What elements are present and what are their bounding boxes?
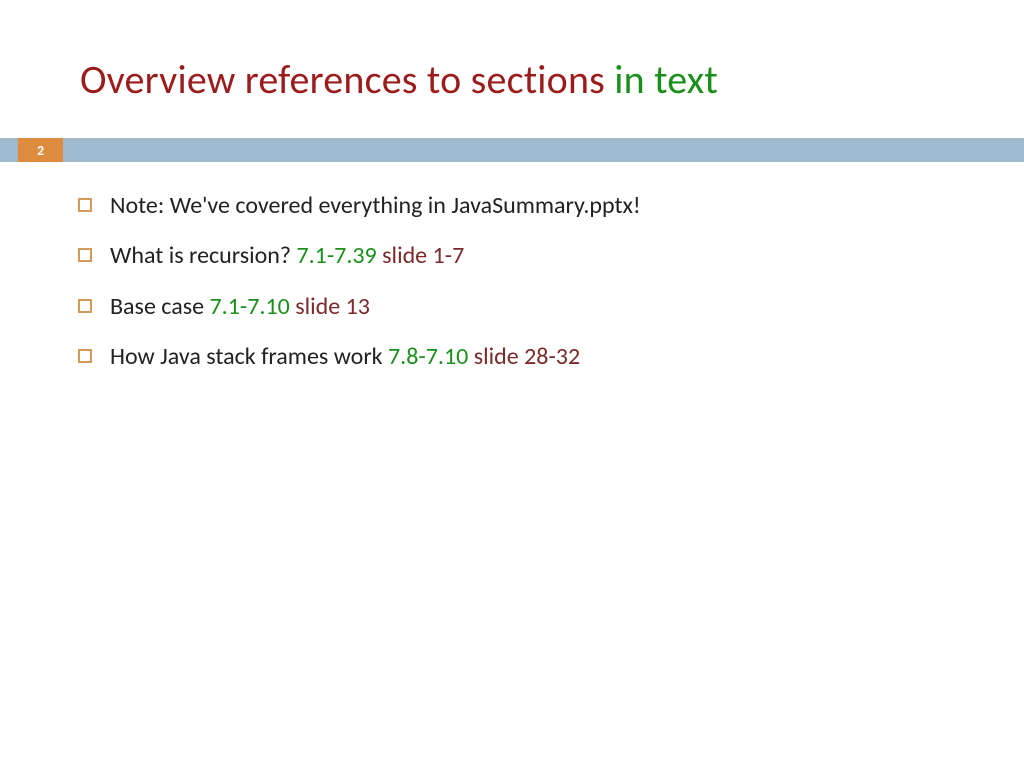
list-item-text: How Java stack frames work 7.8-7.10 slid… (110, 341, 958, 373)
text-segment: How Java stack frames work (110, 342, 388, 371)
list-item-text: Base case 7.1-7.10 slide 13 (110, 291, 958, 323)
list-item: Note: We've covered everything in JavaSu… (78, 190, 958, 222)
list-item-text: Note: We've covered everything in JavaSu… (110, 190, 958, 222)
list-item: Base case 7.1-7.10 slide 13 (78, 291, 958, 323)
text-segment: Base case (110, 292, 210, 321)
slide-title: Overview references to sections in text (80, 55, 718, 104)
slide: Overview references to sections in text … (0, 0, 1024, 768)
text-segment: slide 13 (295, 292, 370, 321)
bullet-icon (78, 299, 92, 313)
page-number-badge: 2 (18, 138, 63, 162)
list-item-text: What is recursion? 7.1-7.39 slide 1-7 (110, 240, 958, 272)
bullet-icon (78, 248, 92, 262)
header-banner (0, 138, 1024, 162)
text-segment: slide 28-32 (474, 342, 580, 371)
list-item: What is recursion? 7.1-7.39 slide 1-7 (78, 240, 958, 272)
text-segment: 7.1-7.39 (296, 241, 376, 270)
text-segment: 7.1-7.10 (210, 292, 296, 321)
bullet-icon (78, 198, 92, 212)
bullet-icon (78, 349, 92, 363)
text-segment: 7.8-7.10 (388, 342, 474, 371)
text-segment: slide 1-7 (382, 241, 464, 270)
title-red-span: Overview references to sections (80, 55, 614, 104)
content-area: Note: We've covered everything in JavaSu… (78, 190, 958, 392)
list-item: How Java stack frames work 7.8-7.10 slid… (78, 341, 958, 373)
text-segment: Note: We've covered everything in JavaSu… (110, 191, 641, 220)
text-segment: What is recursion? (110, 241, 296, 270)
title-green-span: in text (614, 55, 718, 104)
